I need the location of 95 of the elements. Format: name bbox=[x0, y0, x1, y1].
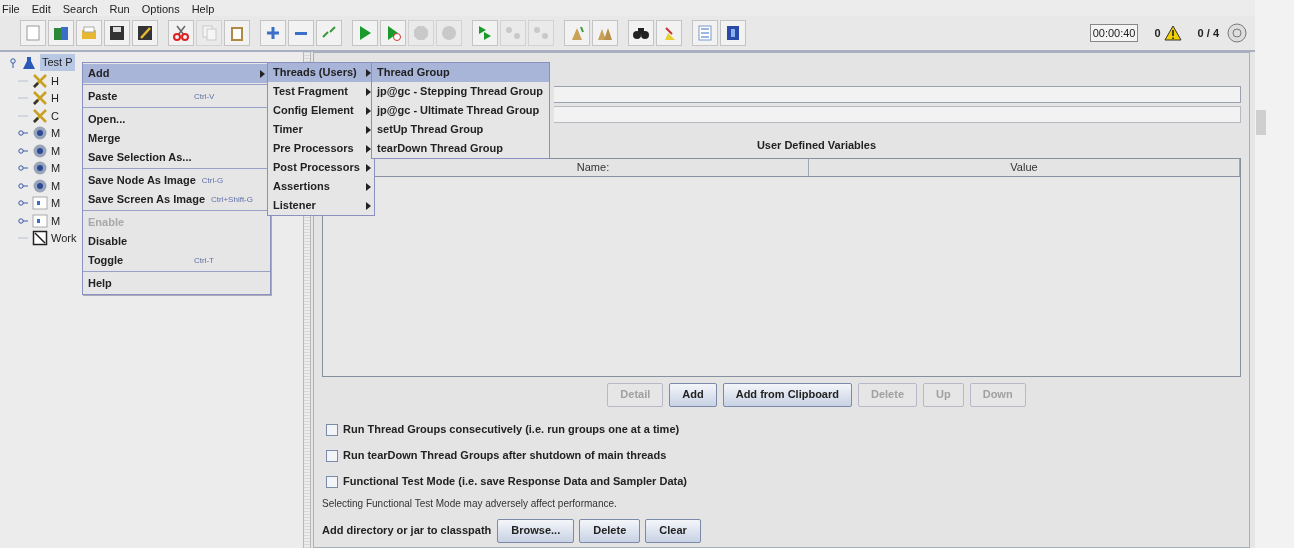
document-icon bbox=[32, 195, 48, 212]
flask-icon bbox=[22, 55, 36, 70]
performance-note: Selecting Functional Test Mode may adversely affect performance. bbox=[322, 496, 618, 511]
classpath-button[interactable]: Browse... bbox=[497, 518, 575, 543]
option-label: Run tearDown Thread Groups after shutdown of main threads bbox=[343, 448, 667, 464]
table-button[interactable]: Add bbox=[669, 382, 717, 407]
wrench-screwdriver-icon bbox=[32, 72, 48, 89]
elapsed-time: 00:00:40 bbox=[1089, 23, 1139, 43]
document-icon bbox=[32, 212, 48, 229]
option-label: Run Thread Groups consecutively (i.e. run groups one at a time) bbox=[343, 422, 680, 438]
tree-node[interactable]: Test P bbox=[40, 54, 75, 71]
tree-node[interactable]: M bbox=[51, 212, 61, 229]
folder-icon bbox=[80, 24, 98, 42]
menu-item[interactable]: tearDown Thread Group bbox=[372, 139, 549, 158]
menu-item[interactable]: Paste Ctrl-V bbox=[83, 87, 270, 106]
menu-item[interactable]: Threads (Users) bbox=[268, 63, 374, 82]
comments-field[interactable] bbox=[554, 106, 1241, 123]
tree-node[interactable]: H bbox=[51, 72, 59, 89]
books-icon bbox=[52, 24, 70, 42]
menu-item[interactable]: Search bbox=[62, 3, 98, 16]
tree-node[interactable]: M bbox=[51, 125, 61, 142]
classpath-label: Add directory or jar to classpath bbox=[322, 523, 492, 539]
toolbar-button[interactable] bbox=[132, 20, 158, 46]
menu-item[interactable]: jp@gc - Stepping Thread Group bbox=[372, 82, 549, 101]
status-indicator-icon bbox=[1227, 23, 1247, 43]
menu-item[interactable]: File bbox=[2, 3, 20, 16]
tree-node[interactable]: M bbox=[51, 177, 61, 194]
list-icon bbox=[696, 24, 714, 42]
toolbar-button[interactable] bbox=[720, 20, 746, 46]
option-label: Functional Test Mode (i.e. save Response Data and Sampler Data) bbox=[343, 474, 687, 490]
menu-item[interactable]: Options bbox=[141, 3, 180, 16]
workbench-icon bbox=[32, 230, 48, 247]
tree-node[interactable]: M bbox=[51, 160, 61, 177]
checkbox[interactable] bbox=[326, 449, 338, 462]
blank-page-icon bbox=[24, 24, 42, 42]
menu-item[interactable]: Add bbox=[83, 64, 270, 83]
menu-item[interactable]: Test Fragment bbox=[268, 82, 374, 101]
gear-icon bbox=[32, 177, 48, 194]
shortcut-label: Ctrl+Shift-G bbox=[211, 193, 253, 206]
menu-item[interactable]: Help bbox=[83, 274, 270, 293]
clipboard-icon bbox=[228, 24, 246, 42]
plus-icon bbox=[264, 24, 282, 42]
menu-item[interactable]: Timer bbox=[268, 120, 374, 139]
column-header[interactable]: Value bbox=[809, 158, 1240, 176]
scissors-icon bbox=[172, 24, 190, 42]
tree-node[interactable]: Work bbox=[51, 230, 77, 247]
gear-icon bbox=[32, 142, 48, 159]
toolbar-button[interactable] bbox=[628, 20, 654, 46]
minus-icon bbox=[295, 31, 307, 35]
tree-node[interactable]: C bbox=[51, 107, 59, 124]
menu-item[interactable]: Config Element bbox=[268, 101, 374, 120]
copy-icon bbox=[200, 24, 218, 42]
name-field[interactable] bbox=[554, 86, 1241, 103]
menu-item[interactable]: Assertions bbox=[268, 177, 374, 196]
tree-node[interactable]: M bbox=[51, 142, 61, 159]
scrollbar-thumb[interactable] bbox=[1256, 110, 1266, 135]
shortcut-label: Ctrl-T bbox=[194, 254, 214, 267]
wrench-screwdriver-icon bbox=[32, 90, 48, 107]
menu-item[interactable]: Save Node As Image Ctrl-G bbox=[83, 171, 270, 190]
menu-item[interactable]: Disable bbox=[83, 232, 270, 251]
menu-item[interactable]: Save Screen As Image Ctrl+Shift-G bbox=[83, 190, 270, 209]
thread-count: 0 / 4 bbox=[1197, 25, 1219, 41]
menu-item[interactable]: Save Selection As... bbox=[83, 148, 270, 167]
tree-node[interactable]: H bbox=[51, 90, 59, 107]
stop-icon bbox=[412, 24, 430, 42]
checkbox[interactable] bbox=[326, 475, 338, 488]
menu-item[interactable]: setUp Thread Group bbox=[372, 120, 549, 139]
menu-item[interactable]: Toggle Ctrl-T bbox=[83, 251, 270, 270]
menu-item[interactable]: jp@gc - Ultimate Thread Group bbox=[372, 101, 549, 120]
menu-item[interactable]: Run bbox=[109, 3, 130, 16]
section-title: User Defined Variables bbox=[755, 138, 877, 153]
warning-count: 0 bbox=[1154, 25, 1161, 41]
table-button[interactable]: Add from Clipboard bbox=[722, 382, 852, 407]
tree-node[interactable]: M bbox=[51, 195, 61, 212]
shortcut-label: Ctrl-V bbox=[194, 90, 215, 103]
warning-icon[interactable] bbox=[1163, 25, 1182, 41]
menu-item[interactable]: Help bbox=[191, 3, 215, 16]
checkbox[interactable] bbox=[326, 423, 338, 436]
shortcut-label: Ctrl-G bbox=[201, 174, 224, 187]
menu-item[interactable]: Merge bbox=[83, 129, 270, 148]
menu-item[interactable]: Edit bbox=[31, 3, 51, 16]
classpath-button[interactable]: Delete bbox=[579, 518, 641, 543]
wrench-screwdriver-icon bbox=[32, 107, 48, 124]
menu-item[interactable]: Post Processors bbox=[268, 158, 374, 177]
menu-item[interactable]: Pre Processors bbox=[268, 139, 374, 158]
gear-icon bbox=[32, 125, 48, 142]
menu-item[interactable]: Listener bbox=[268, 196, 374, 215]
help-book-icon bbox=[724, 24, 742, 42]
floppy-pencil-icon bbox=[136, 24, 154, 42]
gear-icon bbox=[32, 160, 48, 177]
classpath-button[interactable]: Clear bbox=[645, 518, 701, 543]
menu-item[interactable]: Thread Group bbox=[372, 63, 549, 82]
shutdown-icon bbox=[440, 24, 458, 42]
toolbar-button[interactable] bbox=[104, 20, 130, 46]
menu-item[interactable]: Open... bbox=[83, 110, 270, 129]
